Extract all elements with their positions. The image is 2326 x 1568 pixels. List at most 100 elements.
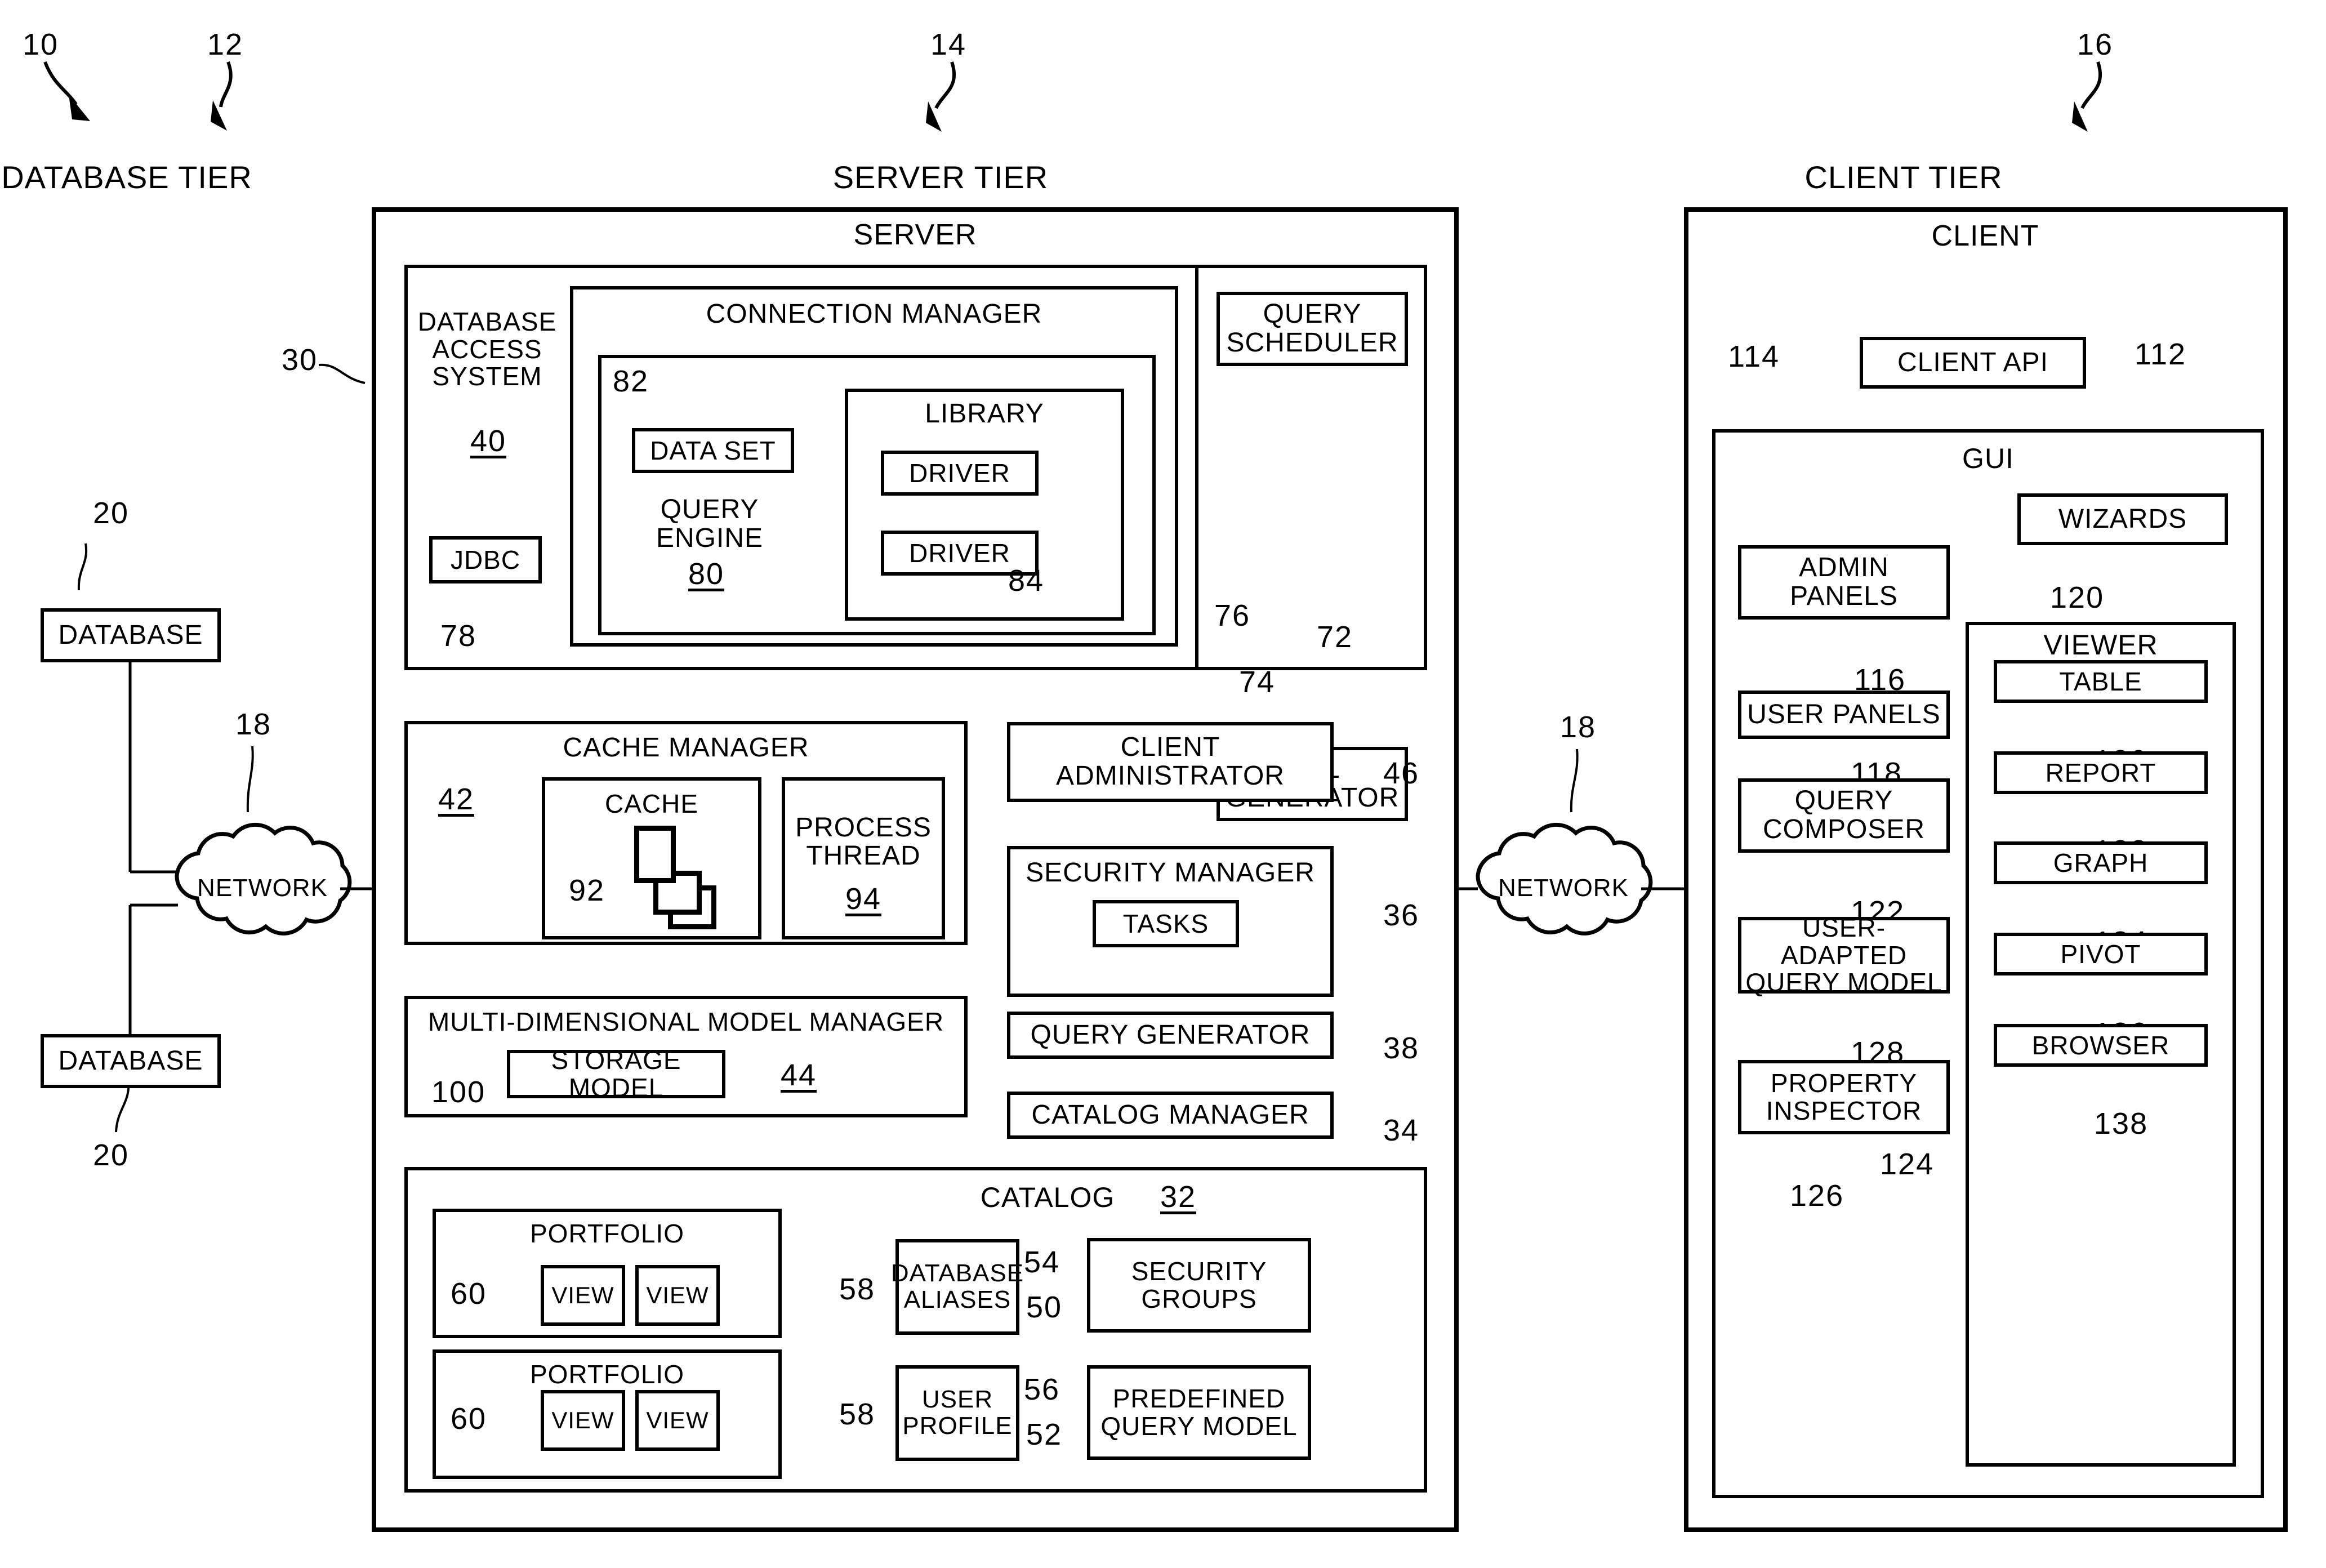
ref-54: 54	[1024, 1245, 1060, 1279]
driver-label: DRIVER	[909, 538, 1010, 568]
jdbc-label: JDBC	[450, 545, 521, 574]
property-inspector-line2: INSPECTOR	[1766, 1096, 1922, 1125]
viewer-title: VIEWER	[2043, 629, 2158, 661]
ref-32: 32	[1160, 1180, 1197, 1214]
catalog-manager-box: CATALOG MANAGER	[1007, 1092, 1334, 1139]
ref-94: 94	[845, 882, 882, 916]
view-box-2b: VIEW	[635, 1390, 720, 1451]
network-label-middle: NETWORK	[1498, 874, 1629, 902]
das-line2: ACCESS	[432, 334, 542, 364]
client-api-box: CLIENT API	[1860, 337, 2086, 389]
query-composer-box: QUERY COMPOSER	[1738, 778, 1950, 853]
gui-title: GUI	[1962, 442, 2014, 474]
ref-52: 52	[1026, 1418, 1063, 1451]
server-label: SERVER	[853, 219, 977, 252]
view-label: VIEW	[646, 1406, 709, 1433]
ref-18-middle: 18	[1560, 710, 1597, 744]
process-thread-box: PROCESS THREAD 94	[782, 777, 945, 939]
ref-112: 112	[2135, 337, 2187, 371]
user-panels-box: USER PANELS	[1738, 691, 1950, 739]
query-scheduler-line1: QUERY	[1263, 299, 1362, 329]
client-admin-line2: ADMINISTRATOR	[1056, 761, 1285, 791]
wizards-box: WIZARDS	[2017, 493, 2228, 545]
driver-label: DRIVER	[909, 458, 1010, 488]
ref-78: 78	[440, 619, 477, 653]
ref-40: 40	[470, 424, 507, 458]
user-profile-line2: PROFILE	[902, 1412, 1013, 1440]
admin-panels-line1: ADMIN	[1799, 553, 1889, 583]
property-inspector-box: PROPERTY INSPECTOR	[1738, 1060, 1950, 1134]
ref-60-1: 60	[451, 1277, 487, 1311]
database-box-bottom: DATABASE	[41, 1034, 221, 1088]
query-generator-label: QUERY GENERATOR	[1030, 1019, 1311, 1050]
data-set-box: DATA SET	[632, 428, 794, 473]
admin-panels-box: ADMIN PANELS	[1738, 545, 1950, 620]
portfolio-title-1: PORTFOLIO	[530, 1218, 684, 1248]
ref-100: 100	[431, 1075, 486, 1109]
viewer-report-label: REPORT	[2045, 758, 2156, 787]
ref-80: 80	[688, 557, 725, 591]
view-label: VIEW	[551, 1281, 614, 1308]
portfolio-title-2: PORTFOLIO	[530, 1359, 684, 1389]
ref-20-top: 20	[93, 496, 130, 530]
query-scheduler-box: QUERY SCHEDULER	[1217, 292, 1408, 366]
ref-14: 14	[930, 28, 967, 61]
cache-manager-title: CACHE MANAGER	[563, 732, 809, 763]
user-panels-label: USER PANELS	[1747, 699, 1941, 729]
ref-46: 46	[1383, 756, 1420, 790]
viewer-browser-label: BROWSER	[2031, 1030, 2170, 1060]
client-tier-title: CLIENT TIER	[1804, 159, 2003, 195]
view-box-2a: VIEW	[541, 1390, 625, 1451]
viewer-browser-box: BROWSER	[1994, 1024, 2208, 1067]
ref-126: 126	[1790, 1179, 1844, 1213]
query-scheduler-line2: SCHEDULER	[1226, 328, 1398, 358]
cache-sheet-icon-front	[634, 826, 676, 883]
patent-figure: 10 12 DATABASE TIER 14 SERVER TIER 16 CL…	[0, 0, 2326, 1568]
ref-16: 16	[2077, 28, 2114, 61]
user-adapted-query-model-box: USER-ADAPTED QUERY MODEL	[1738, 914, 1950, 996]
client-label: CLIENT	[1931, 220, 2039, 253]
view-label: VIEW	[646, 1281, 709, 1308]
cache-label: CACHE	[604, 789, 699, 818]
process-thread-line1: PROCESS	[795, 812, 932, 843]
property-inspector-line1: PROPERTY	[1770, 1068, 1918, 1098]
view-label: VIEW	[551, 1406, 614, 1433]
catalog-title: CATALOG	[980, 1181, 1115, 1213]
query-generator-box: QUERY GENERATOR	[1007, 1012, 1334, 1059]
network-label-left: NETWORK	[197, 874, 328, 902]
ref-42: 42	[438, 782, 475, 816]
query-engine-title: QUERY ENGINE	[656, 495, 764, 553]
database-aliases-box: DATABASE ALIASES	[891, 1239, 1023, 1335]
connection-manager-title: CONNECTION MANAGER	[706, 299, 1042, 329]
catalog-manager-label: CATALOG MANAGER	[1031, 1099, 1309, 1130]
predefined-line2: QUERY MODEL	[1100, 1411, 1298, 1441]
ref-72: 72	[1317, 620, 1353, 654]
ref-56: 56	[1024, 1373, 1060, 1406]
viewer-graph-label: GRAPH	[2053, 848, 2149, 877]
client-api-label: CLIENT API	[1897, 347, 2048, 377]
viewer-pivot-box: PIVOT	[1994, 933, 2208, 975]
ref-18-left: 18	[235, 707, 272, 741]
ref-58-1: 58	[839, 1272, 876, 1306]
security-groups-line1: SECURITY	[1131, 1257, 1267, 1286]
ref-124: 124	[1880, 1147, 1935, 1181]
client-administrator-box: CLIENT ADMINISTRATOR	[1007, 722, 1334, 802]
ref-20-bottom: 20	[93, 1138, 130, 1172]
view-box-1b: VIEW	[635, 1265, 720, 1326]
driver-box-1: DRIVER	[881, 451, 1039, 496]
ref-44: 44	[781, 1058, 817, 1092]
client-admin-line1: CLIENT	[1120, 732, 1220, 763]
viewer-pivot-label: PIVOT	[2060, 939, 2141, 969]
ref-92: 92	[569, 874, 605, 907]
storage-model-box: STORAGE MODEL	[507, 1046, 725, 1101]
database-box-top: DATABASE	[41, 608, 221, 662]
database-label: DATABASE	[58, 1045, 203, 1076]
ref-60-2: 60	[451, 1402, 487, 1436]
process-thread-line2: THREAD	[806, 841, 921, 871]
security-manager-title: SECURITY MANAGER	[1026, 857, 1315, 888]
db-aliases-line2: ALIASES	[903, 1286, 1012, 1313]
viewer-table-label: TABLE	[2059, 666, 2142, 696]
ref-10: 10	[23, 28, 59, 61]
ref-138: 138	[2094, 1107, 2149, 1141]
security-groups-box: SECURITY GROUPS	[1087, 1238, 1311, 1333]
